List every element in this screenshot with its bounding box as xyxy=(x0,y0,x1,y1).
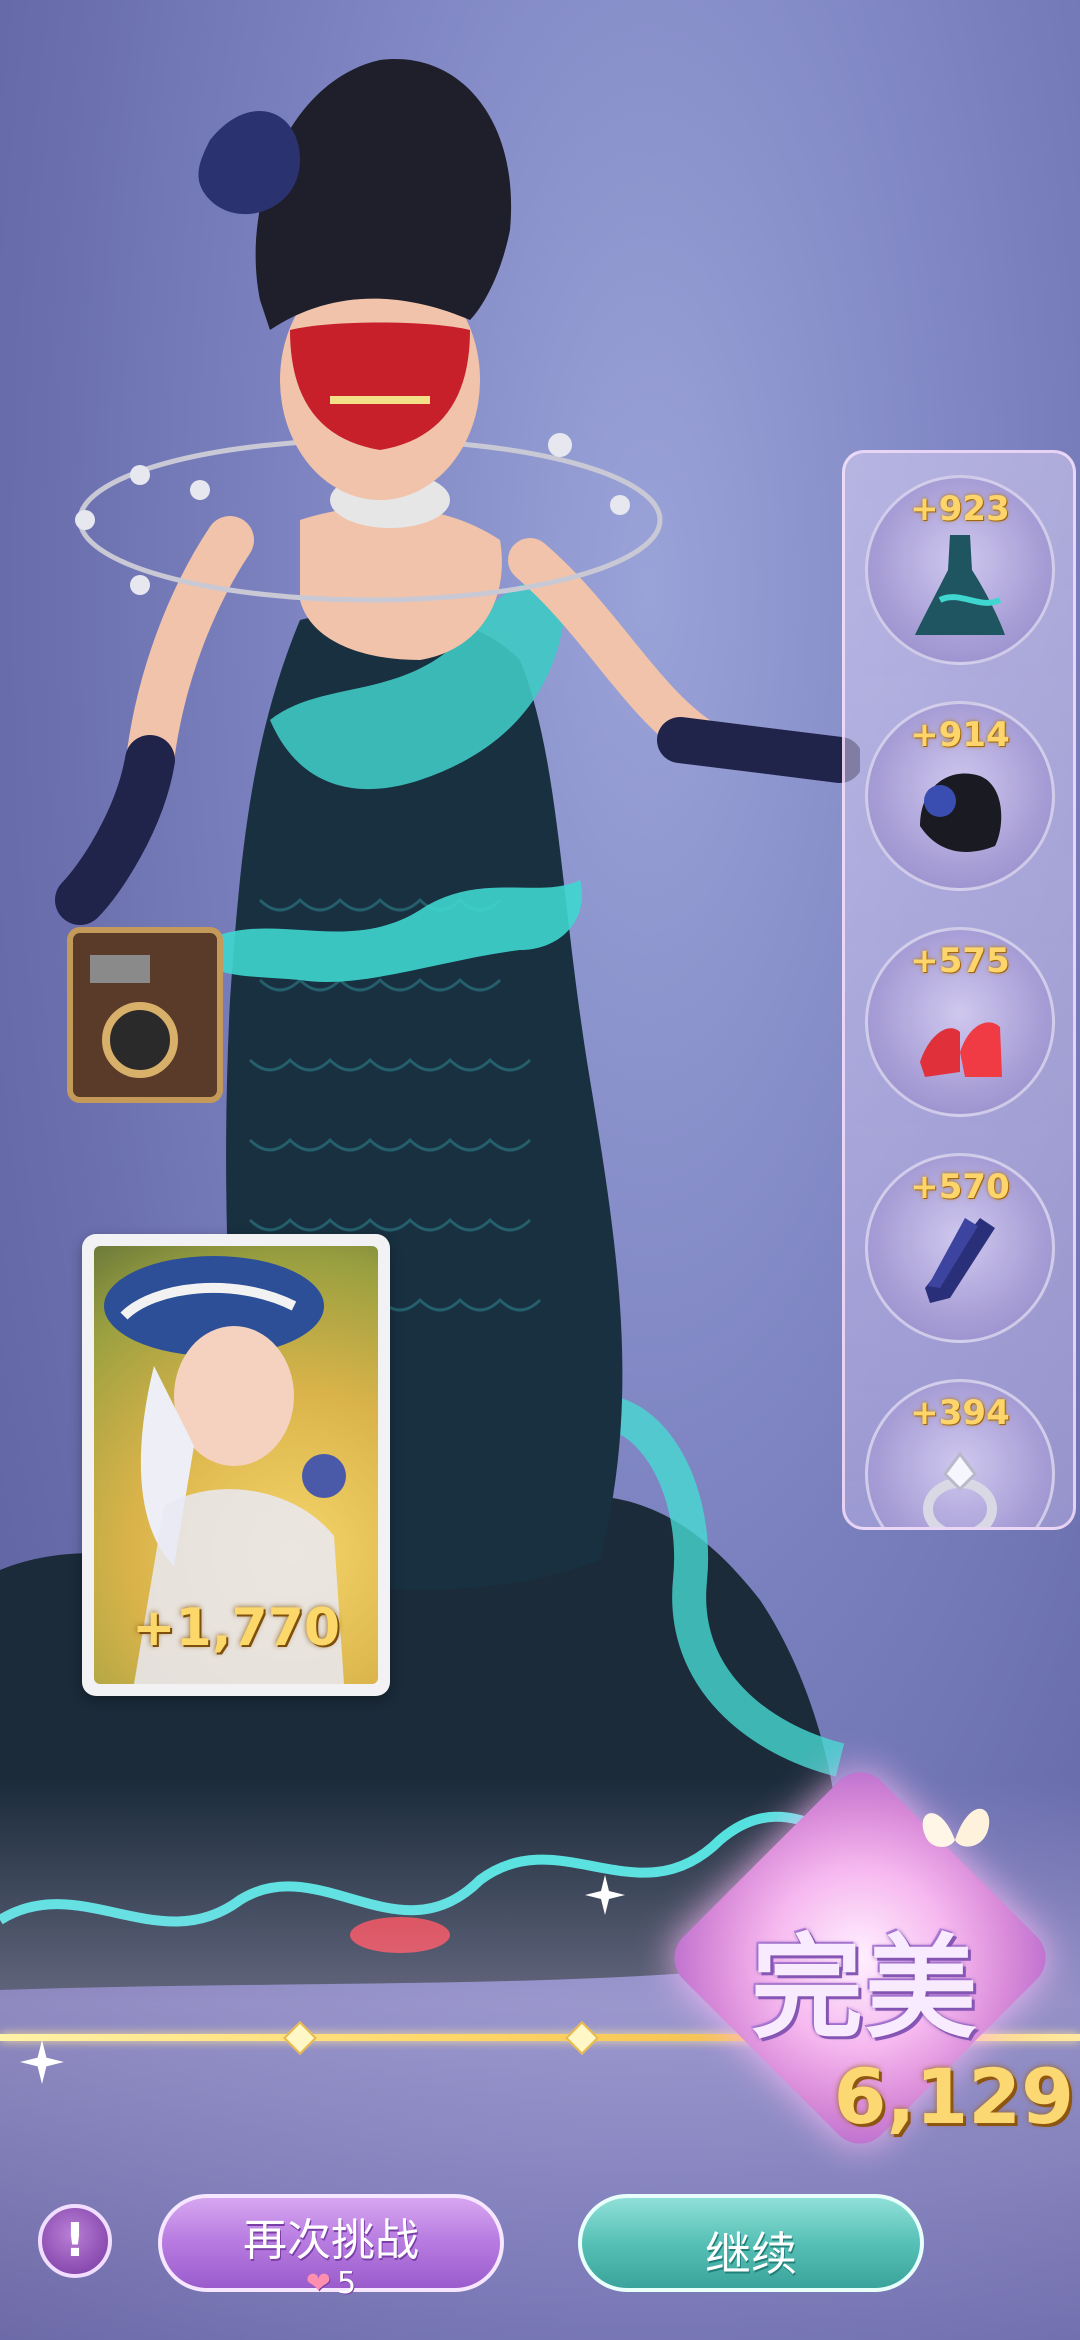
card-bonus-score: +1,770 xyxy=(131,1598,341,1658)
item-score: +575 xyxy=(910,941,1010,981)
retry-label: 再次挑战 xyxy=(243,2215,419,2266)
hat-icon xyxy=(920,773,1002,852)
gloves-icon xyxy=(925,1218,995,1303)
game-stage: +923 +914 +575 +570 +394 +1,770 完美 6,129… xyxy=(0,0,1080,2340)
continue-button[interactable]: 继续 xyxy=(578,2194,924,2292)
left-arm xyxy=(126,516,254,784)
right-glove xyxy=(657,717,860,783)
heart-icon: ❤ xyxy=(305,2266,332,2301)
retry-button[interactable]: 再次挑战 ❤ 5 xyxy=(158,2194,504,2301)
dress-icon xyxy=(915,535,1005,635)
total-score: 6,129 xyxy=(833,2052,1074,2141)
ring-icon xyxy=(923,1451,997,1527)
bonus-card: +1,770 xyxy=(82,1234,390,1696)
item-score: +914 xyxy=(910,715,1010,755)
hint-button[interactable]: ! xyxy=(38,2204,112,2278)
retry-cost: ❤ 5 xyxy=(162,2266,500,2301)
shoes-icon xyxy=(920,1022,1002,1077)
item-dress[interactable]: +923 xyxy=(865,475,1055,665)
rating-text: 完美 xyxy=(751,1924,979,2054)
item-ring[interactable]: +394 xyxy=(865,1379,1055,1527)
item-shoes[interactable]: +575 xyxy=(865,927,1055,1117)
retry-cost-value: 5 xyxy=(337,2266,357,2301)
card-artwork: +1,770 xyxy=(94,1246,378,1684)
sparkle-icon xyxy=(585,1875,625,1915)
item-score: +923 xyxy=(910,489,1010,529)
item-score-panel: +923 +914 +575 +570 +394 xyxy=(842,450,1076,1530)
sparkle-icon xyxy=(20,2040,64,2084)
item-gloves[interactable]: +570 xyxy=(865,1153,1055,1343)
left-glove xyxy=(55,735,175,925)
item-score: +570 xyxy=(910,1167,1010,1207)
continue-label: 继续 xyxy=(705,2227,797,2281)
butterfly-icon xyxy=(922,1808,990,1847)
camera-prop-icon xyxy=(67,927,223,1103)
item-hat[interactable]: +914 xyxy=(865,701,1055,891)
turban-hat xyxy=(255,59,512,331)
item-score: +394 xyxy=(910,1393,1010,1433)
